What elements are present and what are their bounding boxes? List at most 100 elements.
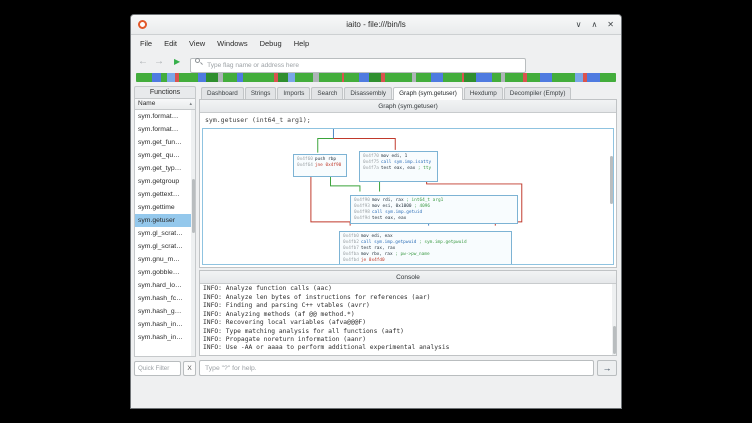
function-item[interactable]: sym.hash_in…	[135, 318, 195, 331]
console-line: INFO: Finding and parsing C++ vtables (a…	[203, 302, 613, 310]
console-output: INFO: Analyze function calls (aac)INFO: …	[200, 284, 616, 355]
tab-disassembly[interactable]: Disassembly	[344, 87, 392, 99]
memory-map-segment[interactable]	[179, 73, 198, 82]
memory-map-segment[interactable]	[198, 73, 206, 82]
functions-list: sym.format…sym.format…sym.get_fun…sym.ge…	[134, 110, 196, 357]
function-item[interactable]: sym.get_typ…	[135, 162, 195, 175]
tab-imports[interactable]: Imports	[277, 87, 310, 99]
function-item[interactable]: sym.gl_scrat…	[135, 240, 195, 253]
function-item[interactable]: sym.getuser	[135, 214, 195, 227]
memory-map-segment[interactable]	[600, 73, 616, 82]
graph-canvas[interactable]: 0x4f60push rbp0x4f64jne 0x4f90 0x4f70mov …	[202, 128, 614, 265]
menu-item-file[interactable]: File	[134, 37, 158, 50]
function-item[interactable]: sym.gobble…	[135, 266, 195, 279]
memory-map-segment[interactable]	[319, 73, 342, 82]
memory-map-segment[interactable]	[223, 73, 237, 82]
memory-map-segment[interactable]	[443, 73, 462, 82]
function-item[interactable]: sym.gl_scrat…	[135, 227, 195, 240]
memory-map-segment[interactable]	[136, 73, 152, 82]
memory-map-segment[interactable]	[431, 73, 443, 82]
forward-button[interactable]: →	[154, 57, 164, 67]
memory-map-bar[interactable]	[136, 73, 616, 82]
memory-map-segment[interactable]	[505, 73, 522, 82]
function-item[interactable]: sym.get_fun…	[135, 136, 195, 149]
memory-map-segment[interactable]	[152, 73, 162, 82]
memory-map-segment[interactable]	[587, 73, 601, 82]
console-line: INFO: Use -AA or aaaa to perform additio…	[203, 344, 613, 352]
omnibar-input[interactable]	[190, 58, 526, 73]
tab-hexdump[interactable]: Hexdump	[464, 87, 503, 99]
menu-item-windows[interactable]: Windows	[211, 37, 253, 50]
console-dock: Console INFO: Analyze function calls (aa…	[199, 270, 617, 356]
memory-map-segment[interactable]	[540, 73, 552, 82]
continue-button[interactable]: ▶	[174, 58, 180, 66]
tab-strings[interactable]: Strings	[245, 87, 277, 99]
memory-map-segment[interactable]	[278, 73, 288, 82]
maximize-button[interactable]: ∧	[591, 21, 597, 29]
memory-map-segment[interactable]	[369, 73, 381, 82]
graph-scrollbar[interactable]	[609, 129, 613, 264]
console-scrollbar-thumb[interactable]	[613, 326, 616, 354]
function-item[interactable]: sym.hard_lo…	[135, 279, 195, 292]
memory-map-segment[interactable]	[344, 73, 360, 82]
console-scrollbar[interactable]	[612, 284, 616, 355]
address-text: 0x4fb0	[343, 234, 359, 239]
function-item[interactable]: sym.gettime	[135, 201, 195, 214]
memory-map-segment[interactable]	[527, 73, 541, 82]
command-input[interactable]	[199, 360, 594, 376]
memory-map-segment[interactable]	[385, 73, 412, 82]
function-item[interactable]: sym.hash_fc…	[135, 292, 195, 305]
graph-basic-block[interactable]: 0x4f90mov rdi, rax ; int64_t arg10x4f93m…	[350, 195, 518, 224]
tab-decompiler-empty-[interactable]: Decompiler (Empty)	[504, 87, 572, 99]
memory-map-segment[interactable]	[476, 73, 492, 82]
memory-map-segment[interactable]	[552, 73, 575, 82]
address-text: 0x4f7a	[363, 166, 379, 171]
function-item[interactable]: sym.hash_in…	[135, 331, 195, 344]
memory-map-segment[interactable]	[243, 73, 274, 82]
instruction-text: call sym.imp.getpwuid	[361, 240, 417, 245]
back-button[interactable]: ←	[138, 57, 148, 67]
address-text: 0x4f90	[354, 198, 370, 203]
memory-map-segment[interactable]	[416, 73, 432, 82]
titlebar[interactable]: iaito - file:///bin/ls ∨ ∧ ✕	[131, 15, 621, 35]
memory-map-segment[interactable]	[288, 73, 296, 82]
comment-text: ; int64_t arg1	[404, 198, 444, 203]
memory-map-segment[interactable]	[167, 73, 175, 82]
minimize-button[interactable]: ∨	[576, 21, 582, 29]
graph-scrollbar-thumb[interactable]	[610, 156, 613, 203]
function-item[interactable]: sym.gnu_m…	[135, 253, 195, 266]
memory-map-segment[interactable]	[359, 73, 369, 82]
close-button[interactable]: ✕	[607, 21, 614, 29]
command-bar: →	[199, 360, 617, 376]
command-submit-button[interactable]: →	[597, 360, 617, 376]
menu-item-edit[interactable]: Edit	[158, 37, 183, 50]
tab-graph-sym-getuser-[interactable]: Graph (sym.getuser)	[393, 87, 463, 100]
memory-map-segment[interactable]	[464, 73, 476, 82]
memory-map-segment[interactable]	[295, 73, 312, 82]
menu-item-view[interactable]: View	[183, 37, 211, 50]
memory-map-segment[interactable]	[206, 73, 218, 82]
tab-search[interactable]: Search	[311, 87, 343, 99]
menu-item-debug[interactable]: Debug	[254, 37, 288, 50]
address-text: 0x4fb7	[343, 246, 359, 251]
function-item[interactable]: sym.get_qu…	[135, 149, 195, 162]
quick-filter-clear-button[interactable]: X	[183, 361, 196, 376]
tab-dashboard[interactable]: Dashboard	[201, 87, 244, 99]
graph-basic-block[interactable]: 0x4fb0mov edi, eax0x4fb2call sym.imp.get…	[339, 231, 512, 265]
menu-item-help[interactable]: Help	[288, 37, 315, 50]
function-item[interactable]: sym.gettext…	[135, 188, 195, 201]
function-item[interactable]: sym.format…	[135, 110, 195, 123]
functions-scrollbar[interactable]	[191, 110, 195, 356]
memory-map-segment[interactable]	[492, 73, 502, 82]
function-item[interactable]: sym.format…	[135, 123, 195, 136]
quick-filter-input[interactable]	[134, 361, 181, 376]
console-dock-header: Console	[200, 271, 616, 284]
graph-basic-block[interactable]: 0x4f60push rbp0x4f64jne 0x4f90	[293, 154, 347, 177]
graph-basic-block[interactable]: 0x4f70mov edi, 10x4f75call sym.imp.isatt…	[359, 151, 438, 182]
functions-scrollbar-thumb[interactable]	[192, 179, 195, 233]
function-item[interactable]: sym.getgroup	[135, 175, 195, 188]
address-text: 0x4f9d	[354, 216, 370, 221]
functions-column-header-name[interactable]: Name ▴	[134, 98, 196, 110]
function-item[interactable]: sym.hash_g…	[135, 305, 195, 318]
memory-map-segment[interactable]	[575, 73, 583, 82]
